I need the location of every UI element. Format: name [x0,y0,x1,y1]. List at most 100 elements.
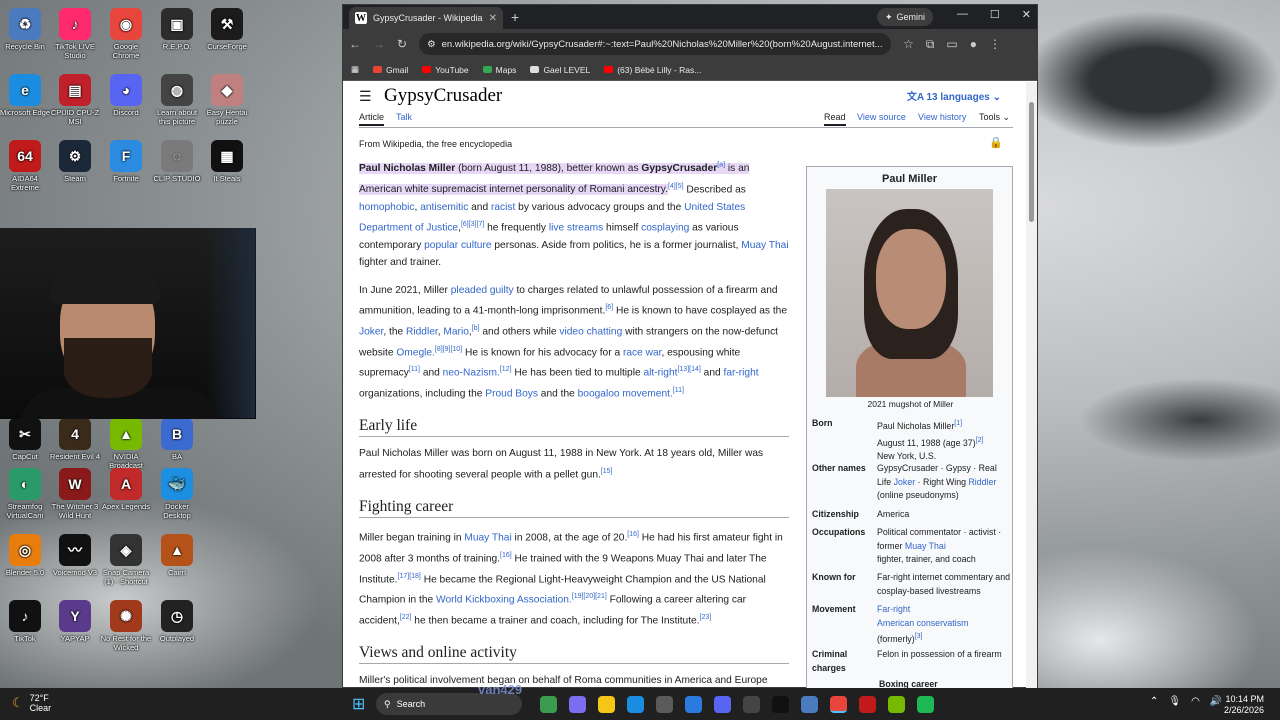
link-far-right-infobox[interactable]: Far-right [877,604,910,614]
link-far-right[interactable]: far-right [724,368,759,379]
desktop-icon[interactable]: ◈ Snap Camera (1) - Shortcut [100,534,152,586]
link-pleaded-guilty[interactable]: pleaded guilty [451,285,514,296]
tools-menu[interactable]: Tools ⌄ [979,112,1010,123]
desktop-icon[interactable]: 4 Resident Evil 4 [49,418,101,461]
desktop-icon[interactable]: ▲ Cairn [151,534,203,577]
scrollbar[interactable] [1026,82,1037,689]
link-live-streams[interactable]: live streams [549,222,603,233]
link-mario[interactable]: Mario [443,326,468,337]
link-race-war[interactable]: race war [623,347,662,358]
desktop-icon[interactable]: ♪ TikTok [0,600,51,643]
back-icon[interactable]: ← [349,37,361,51]
taskbar-app-icon[interactable] [888,696,905,713]
bookmark-maps[interactable]: Maps [482,65,516,75]
taskbar-app-icon[interactable] [540,696,557,713]
taskbar-app-icon[interactable] [627,696,644,713]
link-joker-infobox[interactable]: Joker [894,477,916,487]
desktop-icon[interactable]: ⚙ Steam [49,140,101,183]
link-muay-thai-infobox[interactable]: Muay Thai [905,541,946,551]
desktop-icon[interactable]: ◐ Streamfog VirtualCam [0,468,51,520]
link-video-chatting[interactable]: video chatting [559,326,622,337]
link-muay-thai-2[interactable]: Muay Thai [464,532,511,543]
taskbar-app-icon[interactable] [801,696,818,713]
desktop-icon[interactable]: B BA [151,418,203,461]
mugshot-image[interactable] [826,189,993,397]
link-homophobic[interactable]: homophobic [359,202,415,213]
desktop-icon[interactable]: ◆ Easy Hentai puzzle [201,74,253,126]
desktop-icon[interactable]: ◕ Discord [100,74,152,117]
tab-talk[interactable]: Talk [396,112,412,122]
taskbar-app-icon[interactable] [714,696,731,713]
desktop-icon[interactable]: ◌ CLIP STUDIO [151,140,203,183]
desktop-icon[interactable]: F Fortnite [100,140,152,183]
profile-avatar[interactable]: ● [970,37,977,51]
link-boogaloo[interactable]: boogaloo movement. [578,389,673,400]
taskbar-app-icon[interactable] [830,696,847,713]
desktop-icon[interactable]: 〰 Voicemod V3 [49,534,101,577]
desktop-icon[interactable]: ♪ TikTok LIVE Studio [49,8,101,60]
reload-icon[interactable]: ↻ [397,37,407,51]
taskbar-app-icon[interactable] [598,696,615,713]
desktop-icon[interactable]: ▤ CPUID CPU-Z MSI [49,74,101,126]
desktop-icon[interactable]: 🐳 Docker Desktop [151,468,203,520]
menu-icon[interactable]: ☰ [359,88,372,105]
desktop-icon[interactable]: ◉ Google Chrome [100,8,152,60]
weather-widget[interactable]: ☾ 72°F Clear [12,693,51,713]
link-antisemitic[interactable]: antisemitic [420,202,468,213]
maximize-button[interactable]: ☐ [990,8,1000,21]
link-omegle[interactable]: Omegle. [396,347,435,358]
taskbar-app-icon[interactable] [859,696,876,713]
desktop-icon[interactable]: ✺ No Rest for the Wicked [100,600,152,652]
desktop-icon[interactable]: ▲ NVIDIA Broadcast [100,418,152,470]
new-tab-button[interactable]: + [511,9,519,25]
tab-view-history[interactable]: View history [918,112,966,122]
link-wka[interactable]: World Kickboxing Association. [436,595,572,606]
desktop-icon[interactable]: A Apex Legends [100,468,152,511]
bookmark-youtube[interactable]: YouTube [422,65,469,75]
taskbar-app-icon[interactable] [743,696,760,713]
sidepanel-icon[interactable]: ▭ [946,37,957,51]
extensions-icon[interactable]: ⧉ [926,37,935,52]
forward-icon[interactable]: → [373,37,385,51]
close-window-button[interactable]: ✕ [1022,8,1031,21]
chevron-up-icon[interactable]: ⌃ [1150,696,1158,707]
taskbar-app-icon[interactable] [772,696,789,713]
link-riddler-infobox[interactable]: Riddler [968,477,996,487]
desktop-icon[interactable]: ▣ R.E.P.O. [151,8,203,51]
apps-icon[interactable]: ▦ [351,64,359,75]
link-alt-right[interactable]: alt-right [643,368,677,379]
link-riddler[interactable]: Riddler [406,326,438,337]
link-neo-nazism[interactable]: neo-Nazism. [443,368,500,379]
desktop-icon[interactable]: ◷ Outplayed [151,600,203,643]
wifi-icon[interactable]: ◠ [1191,696,1200,707]
taskbar-app-icon[interactable] [917,696,934,713]
taskbar-app-icon[interactable] [685,696,702,713]
desktop-icon[interactable]: ♻ Recycle Bin [0,8,51,51]
close-icon[interactable]: ✕ [489,13,497,24]
desktop-icon[interactable]: ✂ CapCut [0,418,51,461]
tab-read[interactable]: Read [824,112,846,126]
link-popular-culture[interactable]: popular culture [424,240,491,251]
bookmark-gael[interactable]: Gael LEVEL [530,65,590,75]
desktop-icon[interactable]: e Microsoft Edge [0,74,51,117]
bookmark-gmail[interactable]: Gmail [373,65,408,75]
link-proud-boys[interactable]: Proud Boys [485,389,538,400]
site-info-icon[interactable]: ⚙ [427,39,436,50]
desktop-icon[interactable]: ▦ It Steals [201,140,253,183]
volume-icon[interactable]: 🔊 [1210,696,1222,707]
menu-icon[interactable]: ⋮ [989,37,1001,51]
star-icon[interactable]: ☆ [903,37,914,51]
start-icon[interactable]: ⊞ [352,694,365,714]
tab-view-source[interactable]: View source [857,112,906,122]
link-cosplaying[interactable]: cosplaying [641,222,689,233]
desktop-icon[interactable]: W The Witcher 3 Wild Hunt [49,468,101,520]
bookmark-lilly[interactable]: (63) Bébé Lilly - Ras... [604,65,701,75]
address-bar[interactable]: ⚙ en.wikipedia.org/wiki/GypsyCrusader#:~:… [419,33,892,55]
desktop-icon[interactable]: 64 AIDA64 Extreme [0,140,51,192]
link-joker[interactable]: Joker [359,326,383,337]
mic-icon[interactable]: 🎙 [1168,696,1181,707]
link-muay-thai[interactable]: Muay Thai [741,240,788,251]
taskbar-app-icon[interactable] [569,696,586,713]
desktop-icon[interactable]: ◍ Learn about this picture [151,74,203,126]
link-american-conservatism[interactable]: American conservatism [877,618,968,628]
